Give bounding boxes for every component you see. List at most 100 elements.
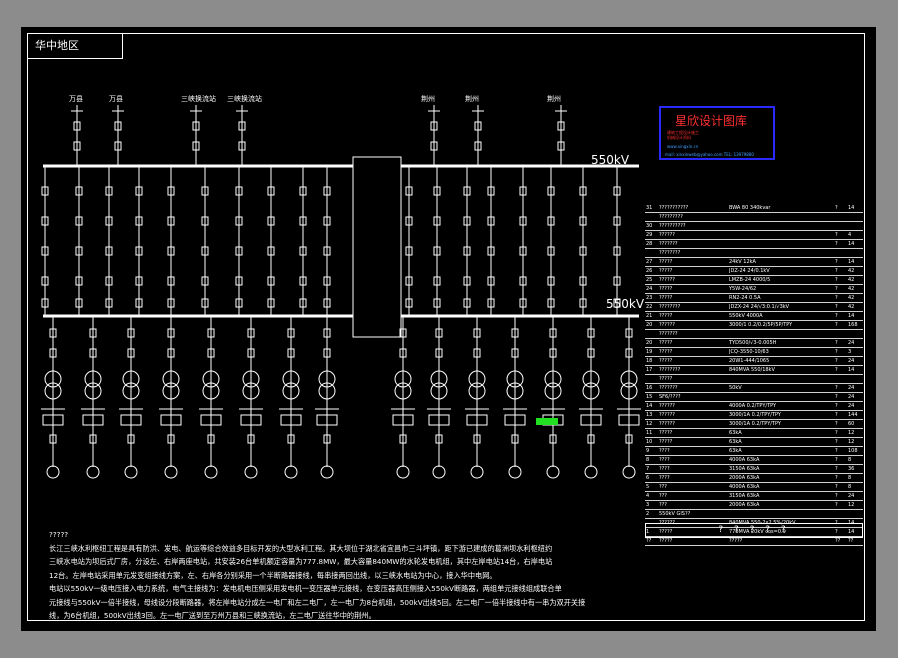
table-cell-spec: 3000/1A 0.2/TPY/TPY — [729, 421, 781, 427]
table-cell-spec: 63kA — [729, 430, 742, 436]
table-cell-name: ????? — [659, 430, 673, 436]
table-cell-qty: 24 — [848, 340, 855, 346]
table-cell-unit: ? — [835, 439, 838, 445]
table-cell-name: ????? — [659, 439, 673, 445]
table-cell-name: ????? — [659, 268, 673, 274]
table-cell-no: 17 — [646, 367, 653, 373]
table-cell-spec: 2000A 63kA — [729, 502, 760, 508]
table-cell-unit: ? — [835, 286, 838, 292]
table-cell-no: 18 — [646, 358, 653, 364]
table-cell-name: ?????? — [659, 322, 675, 328]
table-row: 6???? 2000A 63kA? 8 — [645, 474, 863, 483]
table-cell-spec: JCQ-3550-10/63 — [729, 349, 769, 355]
generator — [86, 465, 100, 479]
table-cell-no: 20 — [646, 340, 653, 346]
table-cell-name: ???? — [659, 466, 670, 472]
table-cell-no: 26 — [646, 268, 653, 274]
generator — [432, 465, 446, 479]
table-cell-unit: ? — [835, 394, 838, 400]
table-cell-spec: LMZB-24 4000/5 — [729, 277, 771, 283]
table-row: 25?????? LMZB-24 4000/5? 42 — [645, 276, 863, 285]
table-cell-name: ????????? — [659, 214, 683, 220]
table-row: 26????? JDZ-24 24/0.1kV? 42 — [645, 267, 863, 276]
notes-line: 线，为6台机组，500kV出线3回。左一电厂送到至万州万县和三峡换流站，左二电厂… — [49, 611, 376, 620]
table-cell-spec: TYD500/√3-0.005H — [729, 340, 777, 346]
table-row: 20?????? 3000/1 0.2/0.2/5P/5P/TPY? 168 — [645, 321, 863, 330]
table-cell-qty: 12 — [848, 502, 855, 508]
generator — [244, 465, 258, 479]
table-cell-spec: RN2-24 0.5A — [729, 295, 761, 301]
table-row: 29??????? 4 — [645, 231, 863, 240]
table-cell-unit: ? — [835, 268, 838, 274]
source-label-jingzhou-1: 荆州 — [421, 95, 435, 103]
design-notes: ????? 长江三峡水利枢纽工程是具有防洪、发电、航运等综合效益多目标开发的大型… — [49, 528, 649, 623]
source-label-converter-1: 三峡换流站 — [181, 95, 216, 103]
table-cell-name: ??????????? — [659, 205, 689, 211]
table-cell-unit: ? — [835, 475, 838, 481]
table-cell-qty: 42 — [848, 268, 855, 274]
table-cell-qty: 144 — [848, 412, 858, 418]
table-row: 17???????? 840MVA 550/18kV? 14 — [645, 366, 863, 375]
table-cell-unit: ? — [835, 421, 838, 427]
table-row: 5??? 4000A 63kA? 8 — [645, 483, 863, 492]
table-row: 8???? 4000A 63kA? 8 — [645, 456, 863, 465]
table-row: ???????????????? — [645, 537, 863, 546]
table-cell-name: ?????? — [659, 403, 675, 409]
table-row: 16??????? 50kV? 24 — [645, 384, 863, 393]
table-row: 31??????????? BWA 80 340kvar? 14 — [645, 204, 863, 213]
upper-bus-label: 550kV — [591, 153, 630, 167]
table-cell-spec: 4000A 63kA — [729, 457, 760, 463]
table-cell-name: ???? — [659, 448, 670, 454]
notes-line: 元接线与550kV一倍半接线，母线设分段断路器，将左岸电站分成左一电厂和左二电厂… — [49, 597, 586, 607]
table-cell-no: 27 — [646, 259, 653, 265]
table-cell-qty: 12 — [848, 439, 855, 445]
table-cell-unit: ? — [835, 340, 838, 346]
table-cell-qty: 14 — [848, 205, 855, 211]
table-cell-no: 30 — [646, 223, 653, 229]
generator — [164, 465, 178, 479]
table-cell-no: 10 — [646, 439, 653, 445]
table-cell-no: 4 — [646, 493, 650, 499]
table-cell-unit: ? — [835, 493, 838, 499]
table-cell-unit: ? — [835, 367, 838, 373]
table-cell-qty: 14 — [848, 241, 855, 247]
table-cell-unit: ? — [835, 484, 838, 490]
table-cell-spec: Y5W-24/62 — [729, 286, 757, 292]
table-cell-name: ??????? — [659, 331, 678, 337]
equipment-table: 31??????????? BWA 80 340kvar? 14????????? 3… — [645, 204, 863, 546]
table-row: 13?????? 3000/1A 0.2/TPY/TPY? 144 — [645, 411, 863, 420]
table-cell-name: ??? — [659, 484, 667, 490]
table-cell-qty: 42 — [848, 295, 855, 301]
table-cell-unit: ? — [835, 295, 838, 301]
table-cell-name: ???????? — [659, 367, 681, 373]
table-row: 9???? 63kA? 108 — [645, 447, 863, 456]
table-row: 21????? 550kV 4000A? 14 — [645, 312, 863, 321]
table-cell-name: ???????? — [659, 250, 681, 256]
table-cell-unit: ? — [835, 358, 838, 364]
table-row: 28???????? 14 — [645, 240, 863, 249]
table-cell-qty: 8 — [848, 484, 852, 490]
table-cell-no: 20 — [646, 322, 653, 328]
table-cell-unit: ? — [835, 448, 838, 454]
table-cell-no: 9 — [646, 448, 650, 454]
table-cell-name: ????? — [659, 340, 673, 346]
table-cell-spec: ????? — [729, 538, 743, 544]
highlighted-breaker — [536, 418, 558, 425]
table-cell-unit: ? — [835, 313, 838, 319]
table-cell-qty: 24 — [848, 358, 855, 364]
table-cell-unit: ? — [835, 457, 838, 463]
table-cell-no: 6 — [646, 475, 650, 481]
table-row: 18????? 20W1-444/1065? 24 — [645, 357, 863, 366]
stamp-mail: mail: xinxinweb@yahoo.com TEL: 13979880 — [665, 152, 754, 157]
table-cell-qty: 3 — [848, 349, 852, 355]
table-cell-name: ??????? — [659, 385, 678, 391]
table-cell-qty: 24 — [848, 385, 855, 391]
table-cell-unit: ? — [835, 304, 838, 310]
lower-bus-label: 550kV — [606, 297, 645, 311]
table-cell-no: 23 — [646, 295, 653, 301]
table-row: 3??? 2000A 63kA? 12 — [645, 501, 863, 510]
table-cell-no: 16 — [646, 385, 653, 391]
table-title: ? ? ? ? ? — [645, 523, 863, 538]
table-cell-unit: ? — [835, 349, 838, 355]
table-row: 15 SF6/????? 24 — [645, 393, 863, 402]
